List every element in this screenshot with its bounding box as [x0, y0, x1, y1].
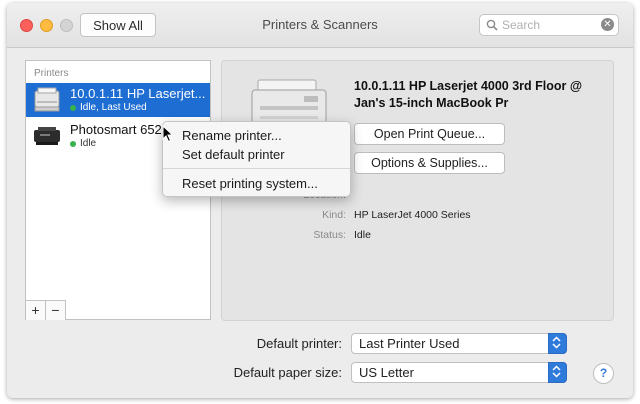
options-supplies-button[interactable]: Options & Supplies... — [354, 152, 505, 174]
printer-context-menu: Rename printer... Set default printer Re… — [162, 121, 351, 197]
status-label: Status: — [313, 229, 346, 241]
status-dot-icon — [70, 104, 76, 111]
menu-separator — [163, 168, 350, 169]
default-printer-label: Default printer: — [256, 336, 342, 351]
default-printer-value: Last Printer Used — [359, 336, 460, 351]
laser-printer-icon — [32, 87, 62, 113]
preferences-window: Show All Printers & Scanners Search ✕ Pr… — [7, 3, 633, 398]
popup-arrows-icon — [548, 333, 567, 354]
printer-status: Idle, Last Used — [70, 102, 147, 113]
add-remove-bar: + − — [26, 300, 66, 320]
clear-search-icon[interactable]: ✕ — [601, 18, 614, 31]
default-printer-popup[interactable]: Last Printer Used — [351, 333, 567, 354]
search-field[interactable]: Search ✕ — [479, 14, 619, 36]
help-button[interactable]: ? — [593, 363, 614, 384]
title-bar: Show All Printers & Scanners Search ✕ — [7, 3, 633, 48]
mouse-pointer-icon — [162, 124, 174, 148]
printer-status-text: Idle — [80, 138, 97, 149]
remove-printer-button[interactable]: − — [46, 301, 66, 320]
kind-value: HP LaserJet 4000 Series — [354, 209, 471, 221]
open-print-queue-button[interactable]: Open Print Queue... — [354, 123, 505, 145]
printer-name: 10.0.1.11 HP Laserjet... — [70, 86, 206, 101]
printer-row-hp-laserjet[interactable]: 10.0.1.11 HP Laserjet... Idle, Last Used — [26, 83, 210, 117]
status-value: Idle — [354, 229, 371, 241]
paper-size-value: US Letter — [359, 365, 414, 380]
printer-status-text: Idle, Last Used — [80, 102, 147, 113]
menu-item-set-default-printer[interactable]: Set default printer — [182, 147, 285, 162]
inkjet-printer-icon — [32, 123, 62, 149]
search-icon — [486, 18, 498, 36]
paper-size-popup[interactable]: US Letter — [351, 362, 567, 383]
status-dot-icon — [70, 140, 76, 147]
add-printer-button[interactable]: + — [26, 301, 46, 320]
search-placeholder: Search — [502, 18, 541, 32]
paper-size-label: Default paper size: — [233, 365, 342, 380]
menu-item-rename-printer[interactable]: Rename printer... — [182, 128, 282, 143]
popup-arrows-icon — [548, 362, 567, 383]
printers-list-header: Printers — [34, 68, 69, 79]
kind-label: Kind: — [322, 209, 346, 221]
menu-item-reset-printing-system[interactable]: Reset printing system... — [182, 176, 318, 191]
detail-printer-name: 10.0.1.11 HP Laserjet 4000 3rd Floor @ J… — [354, 79, 583, 110]
printer-status: Idle — [70, 138, 96, 149]
